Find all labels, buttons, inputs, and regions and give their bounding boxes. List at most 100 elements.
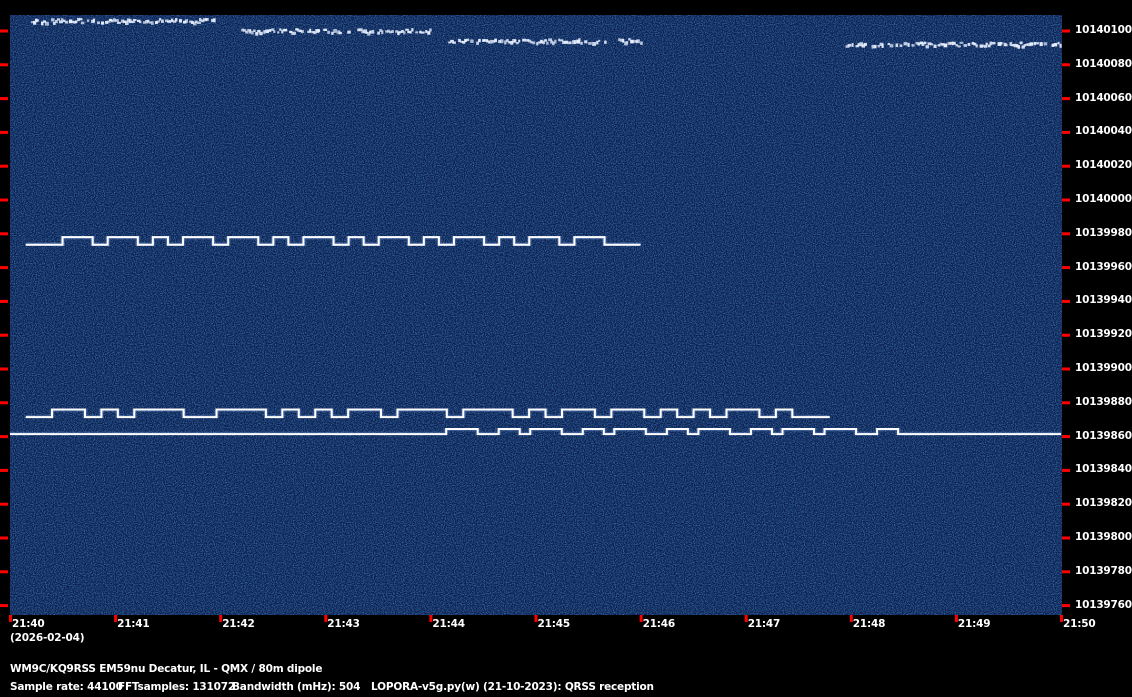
y-tick-left [0,435,8,439]
noisy-signal-mark [488,40,491,44]
noisy-signal-mark [57,18,61,21]
x-tick-label: 21:45 [537,618,571,630]
x-tick-label: 21:47 [747,618,781,630]
noisy-signal-mark [415,31,419,34]
y-tick-left [0,570,8,574]
noisy-signal-mark [347,30,351,34]
noisy-signal-mark [93,18,96,23]
noisy-signal-mark [277,31,280,34]
y-tick-left [0,299,8,303]
noisy-signal-mark [293,31,297,35]
noisy-signal-mark [580,41,583,45]
noisy-signal-mark [989,41,992,46]
y-tick-left [0,536,8,540]
noisy-signal-mark [1025,43,1028,46]
noisy-signal-mark [933,44,937,49]
y-tick-label: 10140000 [1075,193,1132,205]
noisy-signal-mark [957,45,961,48]
y-tick-label: 10139800 [1075,531,1132,543]
noisy-signal-mark [117,21,121,24]
noisy-signal-mark [574,40,577,45]
y-tick-label: 10139820 [1075,497,1132,510]
noisy-signal-mark [871,44,874,49]
noisy-signal-mark [466,38,470,42]
noisy-signal-mark [171,18,174,23]
noisy-signal-mark [564,40,569,44]
noisy-signal-mark [263,30,266,34]
noisy-signal-mark [881,44,884,48]
noisy-signal-mark [851,43,854,47]
noisy-signal-mark [544,39,548,42]
noisy-signal-mark [514,39,517,43]
noisy-signal-mark [269,29,272,32]
y-tick-left [0,97,8,101]
noisy-signal-mark [213,18,216,23]
y-tick-right [1062,232,1070,236]
noisy-signal-mark [584,40,588,44]
y-tick-left [0,266,8,270]
y-tick-left [0,198,8,202]
noisy-signal-mark [427,31,431,35]
noisy-signal-mark [873,44,877,49]
y-tick-right [1062,333,1070,337]
noisy-signal-mark [185,19,188,23]
y-tick-label: 10139920 [1075,328,1132,341]
noisy-signal-mark [536,42,539,46]
x-tick-label: 21:46 [642,618,676,630]
noisy-signal-mark [622,39,625,43]
noisy-signal-mark [195,20,198,23]
y-tick-left [0,604,8,608]
noisy-signal-mark [636,39,640,44]
bandwidth: Bandwidth (mHz): 504 [232,681,361,693]
noisy-signal-mark [522,38,527,42]
noisy-signal-mark [470,39,474,43]
noisy-signal-mark [147,19,150,23]
y-tick-label: 10140040 [1075,125,1132,138]
x-tick-label: 21:41 [117,618,150,630]
noisy-signal-mark [857,43,860,47]
y-tick-label: 10139960 [1075,260,1132,273]
y-tick-left [0,130,8,134]
noisy-signal-mark [403,31,406,35]
noisy-signal-mark [452,41,456,44]
noisy-signal-mark [963,44,967,47]
noisy-signal-mark [568,41,572,45]
noisy-signal-mark [115,19,119,22]
y-tick-right [1062,299,1070,303]
noisy-signal-mark [283,28,288,32]
noisy-signal-mark [253,29,256,32]
noisy-signal-mark [139,21,142,24]
y-tick-right [1062,63,1070,67]
x-tick-label: 21:42 [222,618,255,630]
noisy-signal-mark [317,29,321,33]
waterfall-noise [10,15,1062,615]
noisy-signal-mark [179,19,182,23]
noisy-signal-mark [1033,41,1036,46]
x-tick-label: 21:43 [327,618,360,630]
noisy-signal-mark [929,43,934,46]
y-tick-right [1062,367,1070,371]
y-tick-label: 10140060 [1075,91,1132,104]
noisy-signal-mark [985,42,988,46]
y-tick-right [1062,97,1070,101]
noisy-signal-mark [65,20,69,24]
y-tick-label: 10140020 [1075,159,1132,172]
noisy-signal-mark [37,19,40,22]
y-tick-label: 10139880 [1075,395,1132,408]
noisy-signal-mark [111,20,114,23]
noisy-signal-mark [279,28,282,31]
noisy-signal-mark [618,38,621,42]
noisy-signal-mark [51,18,55,22]
noisy-signal-mark [532,41,536,45]
noisy-signal-mark [596,40,599,45]
y-tick-left [0,401,8,405]
noisy-signal-mark [1019,41,1023,45]
y-tick-label: 10139900 [1075,362,1132,374]
noisy-signal-mark [1029,42,1034,46]
noisy-signal-mark [377,31,380,35]
x-tick-label: 21:44 [432,618,465,630]
y-tick-right [1062,502,1070,506]
noisy-signal-mark [640,41,643,45]
noisy-signal-mark [943,43,948,48]
noisy-signal-mark [79,18,83,21]
